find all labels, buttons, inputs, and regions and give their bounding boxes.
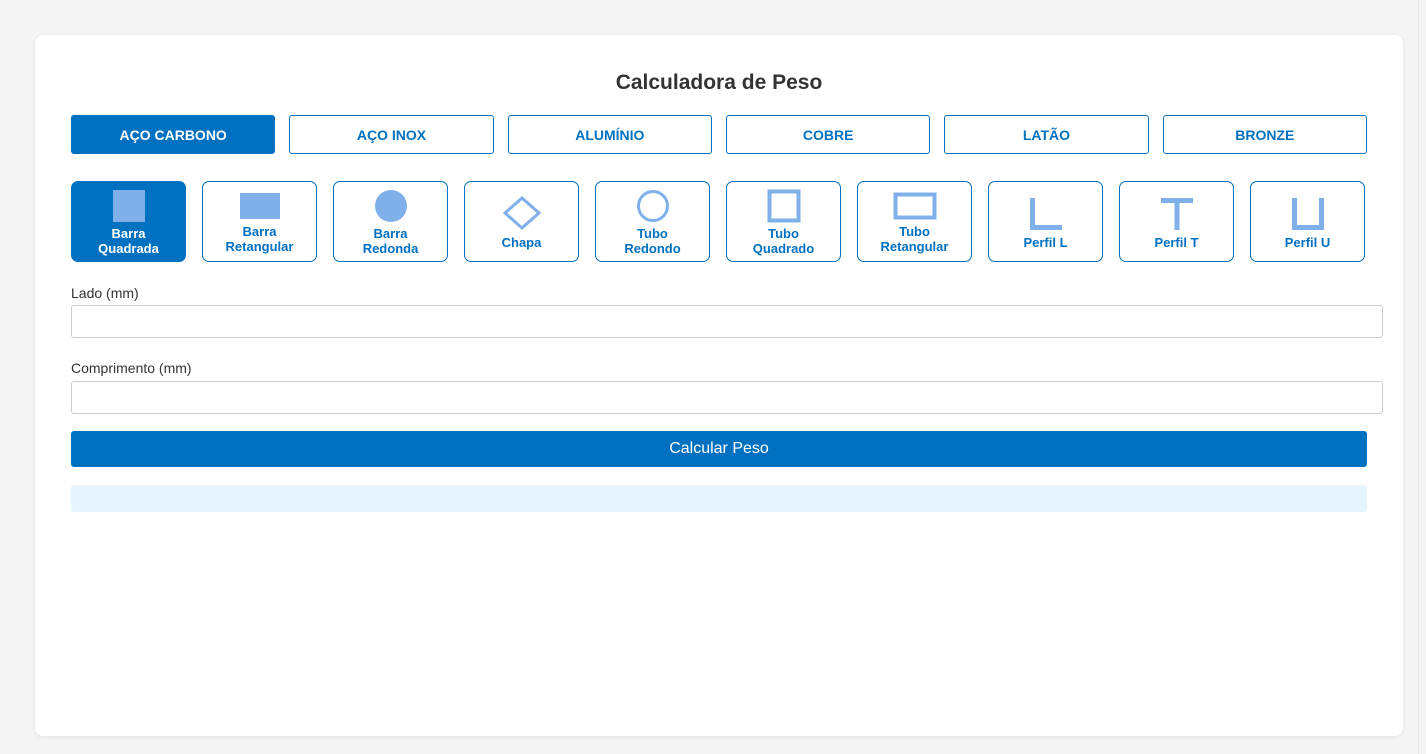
shape-button-perfil-l[interactable]: Perfil L (988, 181, 1103, 262)
material-tab-aco-carbono[interactable]: AÇO CARBONO (71, 115, 276, 154)
material-tab-cobre[interactable]: COBRE (725, 115, 931, 154)
shape-label: Perfil U (1284, 234, 1331, 250)
round-tube-icon (636, 190, 669, 222)
shape-label: Perfil T (1154, 234, 1199, 250)
shape-button-barra-quadrada[interactable]: Barra Quadrada (71, 181, 186, 262)
l-profile-icon (1029, 197, 1062, 230)
material-tab-latao[interactable]: LATÃO (944, 115, 1149, 154)
shape-label: Tubo Quadrado (752, 226, 815, 256)
material-tabs: AÇO CARBONO AÇO INOX ALUMÍNIO COBRE LATÃ… (71, 115, 1367, 154)
shape-label: Chapa (501, 234, 542, 250)
rectangle-bar-icon (239, 193, 280, 219)
square-bar-icon (112, 190, 145, 222)
shape-button-tubo-redondo[interactable]: Tubo Redondo (595, 181, 710, 262)
page-title: Calculadora de Peso (615, 71, 823, 94)
shape-label: Barra Quadrada (98, 226, 159, 256)
calculator-card: Calculadora de Peso AÇO CARBONO AÇO INOX… (35, 35, 1403, 736)
shape-button-perfil-t[interactable]: Perfil T (1119, 181, 1234, 262)
length-input[interactable] (71, 381, 1383, 414)
shape-label: Perfil L (1023, 234, 1068, 250)
rectangle-tube-icon (893, 192, 936, 220)
shape-label: Barra Retangular (225, 224, 294, 254)
result-panel (71, 485, 1367, 512)
shape-selector: Barra Quadrada Barra Retangular Barra Re… (71, 181, 1367, 262)
side-input[interactable] (71, 305, 1383, 338)
shape-button-perfil-u[interactable]: Perfil U (1250, 181, 1365, 262)
material-tab-aluminio[interactable]: ALUMÍNIO (507, 115, 712, 154)
shape-label: Tubo Retangular (880, 224, 949, 254)
round-bar-icon (374, 190, 407, 222)
shape-button-barra-redonda[interactable]: Barra Redonda (333, 181, 448, 262)
shape-label: Tubo Redondo (624, 226, 681, 256)
window-edge (1418, 0, 1426, 754)
shape-button-tubo-quadrado[interactable]: Tubo Quadrado (726, 181, 841, 262)
sheet-icon (502, 195, 541, 230)
shape-label: Barra Redonda (362, 226, 419, 256)
shape-button-tubo-retangular[interactable]: Tubo Retangular (857, 181, 972, 262)
shape-button-barra-retangular[interactable]: Barra Retangular (202, 181, 317, 262)
t-profile-icon (1160, 197, 1193, 230)
square-tube-icon (767, 189, 800, 223)
side-label: Lado (mm) (71, 285, 139, 301)
material-tab-bronze[interactable]: BRONZE (1162, 115, 1367, 154)
u-profile-icon (1291, 197, 1324, 230)
shape-button-chapa[interactable]: Chapa (464, 181, 579, 262)
material-tab-aco-inox[interactable]: AÇO INOX (289, 115, 494, 154)
length-label: Comprimento (mm) (71, 360, 192, 376)
calculate-button[interactable]: Calcular Peso (71, 431, 1367, 467)
